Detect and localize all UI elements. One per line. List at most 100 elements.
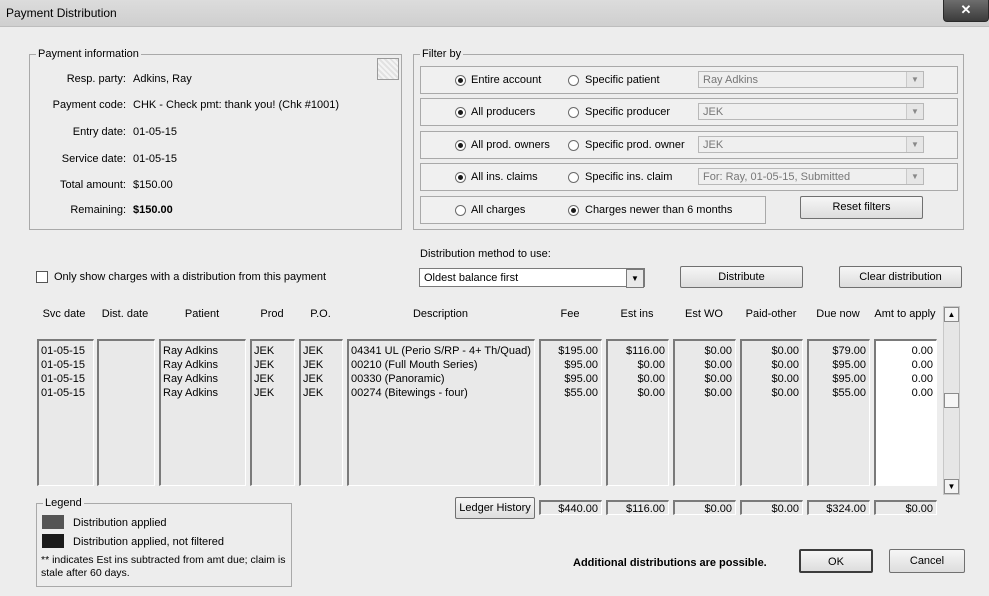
specific-patient-radio[interactable] bbox=[568, 75, 579, 86]
header-description[interactable]: Description bbox=[347, 308, 534, 320]
header-fee[interactable]: Fee bbox=[539, 308, 601, 320]
charges-newer-label: Charges newer than 6 months bbox=[585, 204, 733, 216]
prod-owner-select[interactable]: JEK ▼ bbox=[698, 136, 924, 153]
cell-est-wo: $0.00 bbox=[704, 373, 732, 385]
resp-party-value: Adkins, Ray bbox=[133, 73, 192, 85]
column-paid-other[interactable]: $0.00 $0.00 $0.00 $0.00 bbox=[740, 339, 803, 486]
filter-legend: Filter by bbox=[422, 48, 462, 60]
cell-due-now: $95.00 bbox=[832, 373, 866, 385]
not-filtered-swatch bbox=[42, 534, 64, 548]
specific-producer-radio[interactable] bbox=[568, 107, 579, 118]
column-amt-to-apply[interactable]: 0.00 0.00 0.00 0.00 bbox=[874, 339, 937, 486]
entry-date-value: 01-05-15 bbox=[133, 126, 178, 138]
header-est-ins[interactable]: Est ins bbox=[606, 308, 668, 320]
column-svc-date[interactable]: 01-05-15 01-05-15 01-05-15 01-05-15 bbox=[37, 339, 94, 486]
scroll-up-arrow-icon[interactable]: ▲ bbox=[944, 307, 959, 322]
cell-est-ins: $0.00 bbox=[637, 359, 665, 371]
specific-prod-owner-radio[interactable] bbox=[568, 140, 579, 151]
header-prod[interactable]: Prod bbox=[250, 308, 294, 320]
cell-amt-to-apply[interactable]: 0.00 bbox=[878, 372, 934, 386]
all-producers-radio[interactable] bbox=[455, 107, 466, 118]
cell-paid-other: $0.00 bbox=[771, 387, 799, 399]
scroll-down-arrow-icon[interactable]: ▼ bbox=[944, 479, 959, 494]
cell-est-ins: $116.00 bbox=[626, 345, 665, 357]
scroll-thumb[interactable] bbox=[944, 393, 959, 408]
document-icon[interactable] bbox=[377, 58, 399, 80]
remaining-value: $150.00 bbox=[133, 204, 173, 216]
applied-label: Distribution applied bbox=[73, 517, 167, 529]
table-scrollbar[interactable]: ▲ ▼ bbox=[943, 306, 960, 495]
producer-select[interactable]: JEK ▼ bbox=[698, 103, 924, 120]
cell-paid-other: $0.00 bbox=[771, 359, 799, 371]
column-dist-date[interactable] bbox=[97, 339, 155, 486]
title-bar: Payment Distribution ✕ bbox=[0, 0, 989, 27]
remaining-label: Remaining: bbox=[70, 204, 126, 216]
distribute-button[interactable]: Distribute bbox=[680, 266, 803, 288]
only-show-distributed-label: Only show charges with a distribution fr… bbox=[54, 271, 327, 283]
column-po[interactable]: JEK JEK JEK JEK bbox=[299, 339, 343, 486]
patient-select-value: Ray Adkins bbox=[703, 74, 759, 86]
cell-description: 00274 (Bitewings - four) bbox=[351, 387, 468, 399]
prod-owner-select-value: JEK bbox=[703, 139, 724, 151]
cell-fee: $95.00 bbox=[564, 373, 598, 385]
distribution-method-select[interactable]: Oldest balance first ▼ bbox=[419, 268, 645, 288]
all-ins-claims-label: All ins. claims bbox=[471, 171, 538, 183]
payment-info-legend: Payment information bbox=[38, 48, 139, 60]
distribution-method-value: Oldest balance first bbox=[424, 272, 519, 284]
cancel-button[interactable]: Cancel bbox=[889, 549, 965, 573]
window-title: Payment Distribution bbox=[6, 6, 117, 20]
column-est-ins[interactable]: $116.00 $0.00 $0.00 $0.00 bbox=[606, 339, 669, 486]
specific-patient-label: Specific patient bbox=[585, 74, 660, 86]
column-description[interactable]: 04341 UL (Perio S/RP - 4+ Th/Quad) 00210… bbox=[347, 339, 535, 486]
cell-patient: Ray Adkins bbox=[163, 387, 219, 399]
column-prod[interactable]: JEK JEK JEK JEK bbox=[250, 339, 295, 486]
cell-po: JEK bbox=[303, 359, 324, 371]
cell-po: JEK bbox=[303, 387, 324, 399]
header-po[interactable]: P.O. bbox=[299, 308, 342, 320]
cell-amt-to-apply[interactable]: 0.00 bbox=[878, 358, 934, 372]
column-patient[interactable]: Ray Adkins Ray Adkins Ray Adkins Ray Adk… bbox=[159, 339, 246, 486]
column-fee[interactable]: $195.00 $95.00 $95.00 $55.00 bbox=[539, 339, 602, 486]
cell-description: 00330 (Panoramic) bbox=[351, 373, 445, 385]
clear-distribution-button[interactable]: Clear distribution bbox=[839, 266, 962, 288]
header-due-now[interactable]: Due now bbox=[807, 308, 869, 320]
header-est-wo[interactable]: Est WO bbox=[673, 308, 735, 320]
column-est-wo[interactable]: $0.00 $0.00 $0.00 $0.00 bbox=[673, 339, 736, 486]
ins-claim-select-value: For: Ray, 01-05-15, Submitted bbox=[703, 171, 851, 183]
applied-swatch bbox=[42, 515, 64, 529]
header-svc-date[interactable]: Svc date bbox=[37, 308, 91, 320]
cell-est-ins: $0.00 bbox=[637, 373, 665, 385]
payment-distribution-window: Payment Distribution ✕ Payment informati… bbox=[0, 0, 989, 596]
close-button[interactable]: ✕ bbox=[943, 0, 989, 22]
ins-claim-select[interactable]: For: Ray, 01-05-15, Submitted ▼ bbox=[698, 168, 924, 185]
chevron-down-icon: ▼ bbox=[906, 169, 923, 184]
cell-fee: $95.00 bbox=[564, 359, 598, 371]
header-dist-date[interactable]: Dist. date bbox=[97, 308, 153, 320]
cell-amt-to-apply[interactable]: 0.00 bbox=[878, 344, 934, 358]
ok-button[interactable]: OK bbox=[799, 549, 873, 573]
all-prod-owners-radio[interactable] bbox=[455, 140, 466, 151]
ledger-history-button[interactable]: Ledger History bbox=[455, 497, 535, 519]
status-message: Additional distributions are possible. bbox=[573, 557, 767, 569]
specific-ins-claim-radio[interactable] bbox=[568, 172, 579, 183]
total-paid-other: $0.00 bbox=[740, 500, 803, 515]
header-amt-to-apply[interactable]: Amt to apply bbox=[874, 308, 936, 320]
patient-select[interactable]: Ray Adkins ▼ bbox=[698, 71, 924, 88]
entire-account-radio[interactable] bbox=[455, 75, 466, 86]
only-show-distributed-checkbox[interactable] bbox=[36, 271, 48, 283]
header-patient[interactable]: Patient bbox=[159, 308, 245, 320]
all-charges-radio[interactable] bbox=[455, 205, 466, 216]
all-prod-owners-label: All prod. owners bbox=[471, 139, 550, 151]
all-ins-claims-radio[interactable] bbox=[455, 172, 466, 183]
not-filtered-label: Distribution applied, not filtered bbox=[73, 536, 225, 548]
cell-due-now: $95.00 bbox=[832, 359, 866, 371]
column-due-now[interactable]: $79.00 $95.00 $95.00 $55.00 bbox=[807, 339, 870, 486]
cell-fee: $55.00 bbox=[564, 387, 598, 399]
cell-prod: JEK bbox=[254, 373, 275, 385]
header-paid-other[interactable]: Paid-other bbox=[740, 308, 802, 320]
reset-filters-button[interactable]: Reset filters bbox=[800, 196, 923, 219]
charges-newer-radio[interactable] bbox=[568, 205, 579, 216]
cell-amt-to-apply[interactable]: 0.00 bbox=[878, 386, 934, 400]
cell-dist-date bbox=[101, 358, 152, 372]
cell-po: JEK bbox=[303, 345, 324, 357]
